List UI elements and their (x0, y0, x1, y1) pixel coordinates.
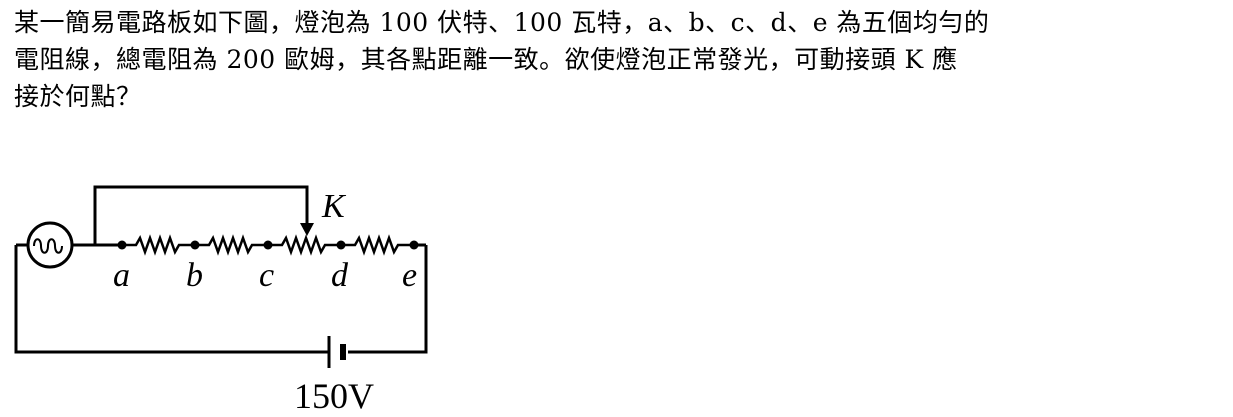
bypass-wire (93, 185, 309, 245)
node-dot-d (336, 240, 346, 250)
point-label-a: a (113, 257, 130, 294)
slider-arrow-icon (300, 223, 314, 236)
point-label-e: e (402, 257, 417, 294)
circuit-diagram: K a b c d e 150V (14, 185, 428, 416)
resistor-ab (122, 234, 195, 256)
battery-voltage-label: 150V (294, 376, 374, 416)
question-line-1: 某一簡易電路板如下圖，燈泡為 100 伏特、100 瓦特，a、b、c、d、e 為… (14, 8, 990, 37)
resistor-de (341, 234, 414, 256)
question-line-3: 接於何點？ (14, 82, 142, 111)
node-dot-e (409, 240, 419, 250)
resistor-cd (268, 234, 341, 256)
node-dot-b (190, 240, 200, 250)
battery-icon (327, 336, 346, 368)
resistor-chain (122, 234, 426, 256)
question-line-2: 電阻線，總電阻為 200 歐姆，其各點距離一致。欲使燈泡正常發光，可動接頭 K … (14, 45, 958, 74)
node-dot-c (263, 240, 273, 250)
slider-label-k: K (321, 188, 347, 225)
point-label-c: c (259, 257, 274, 294)
point-label-b: b (186, 257, 203, 294)
light-bulb-icon (26, 221, 74, 269)
node-dot-a (117, 240, 127, 250)
point-label-d: d (331, 257, 349, 294)
resistor-bc (195, 234, 268, 256)
question-text: 某一簡易電路板如下圖，燈泡為 100 伏特、100 瓦特，a、b、c、d、e 為… (14, 4, 1224, 115)
